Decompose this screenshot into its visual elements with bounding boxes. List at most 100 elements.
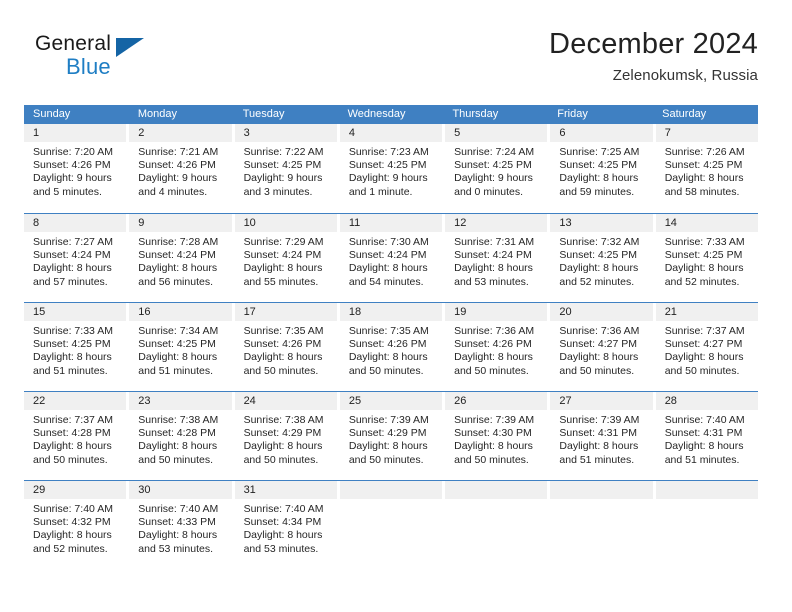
calendar-day-cell[interactable]: 31 Sunrise: 7:40 AM Sunset: 4:34 PM Dayligh…	[234, 481, 337, 562]
calendar-day-cell[interactable]: 27 Sunrise: 7:39 AM Sunset: 4:31 PM Dayligh…	[550, 392, 653, 473]
calendar-week-row: 15 Sunrise: 7:33 AM Sunset: 4:25 PM Dayligh…	[24, 302, 758, 384]
day-details: Sunrise: 7:29 AM Sunset: 4:24 PM Daylight:…	[235, 232, 337, 289]
calendar-day-cell[interactable]: 19 Sunrise: 7:36 AM Sunset: 4:26 PM Dayligh…	[445, 303, 548, 384]
calendar-day-cell[interactable]: 21 Sunrise: 7:37 AM Sunset: 4:27 PM Dayligh…	[655, 303, 758, 384]
day-number: 31	[234, 481, 337, 499]
sunset-text: Sunset: 4:25 PM	[348, 159, 427, 172]
sunset-text: Sunset: 4:26 PM	[454, 338, 532, 351]
sunset-text: Sunset: 4:25 PM	[559, 249, 638, 262]
logo-text-blue: Blue	[66, 54, 111, 79]
daylight-text-line1: Daylight: 8 hours	[664, 262, 744, 275]
daylight-text-line2: and 56 minutes.	[138, 275, 213, 288]
calendar-day-cell[interactable]: 7 Sunrise: 7:26 AM Sunset: 4:25 PM Daylight…	[655, 124, 758, 206]
calendar-day-cell[interactable]: 17 Sunrise: 7:35 AM Sunset: 4:26 PM Dayligh…	[234, 303, 337, 384]
title-block: December 2024 Zelenokumsk, Russia	[549, 24, 758, 87]
day-number: 14	[655, 214, 758, 232]
calendar-day-cell[interactable]: 18 Sunrise: 7:35 AM Sunset: 4:26 PM Dayligh…	[339, 303, 443, 384]
calendar-day-cell[interactable]: 8 Sunrise: 7:27 AM Sunset: 4:24 PM Daylight…	[24, 214, 127, 295]
calendar-week-row: 22 Sunrise: 7:37 AM Sunset: 4:28 PM Dayligh…	[24, 391, 758, 473]
sunset-text: Sunset: 4:26 PM	[243, 338, 322, 351]
sunrise-text: Sunrise: 7:23 AM	[348, 146, 429, 158]
day-details: Sunrise: 7:21 AM Sunset: 4:26 PM Daylight:…	[129, 142, 231, 199]
sunset-text: Sunset: 4:28 PM	[138, 427, 216, 440]
calendar-day-cell[interactable]: 12 Sunrise: 7:31 AM Sunset: 4:24 PM Dayligh…	[445, 214, 548, 295]
daylight-text-line1: Daylight: 9 hours	[33, 172, 112, 185]
sunset-text: Sunset: 4:31 PM	[664, 427, 743, 440]
day-details: Sunrise: 7:24 AM Sunset: 4:25 PM Daylight:…	[445, 142, 547, 199]
daylight-text-line1: Daylight: 8 hours	[664, 351, 744, 364]
day-number	[339, 481, 443, 499]
day-number: 15	[24, 303, 127, 321]
calendar-page: General Blue December 2024 Zelenokumsk, …	[0, 0, 792, 612]
sunset-text: Sunset: 4:25 PM	[454, 159, 532, 172]
calendar-week-row: 29 Sunrise: 7:40 AM Sunset: 4:32 PM Dayligh…	[24, 480, 758, 562]
day-details: Sunrise: 7:28 AM Sunset: 4:24 PM Daylight:…	[129, 232, 231, 289]
calendar-day-cell[interactable]: 1 Sunrise: 7:20 AM Sunset: 4:26 PM Daylight…	[24, 124, 127, 206]
daylight-text-line1: Daylight: 8 hours	[33, 262, 112, 275]
calendar-day-cell-empty	[655, 481, 758, 562]
day-number: 8	[24, 214, 127, 232]
day-number: 16	[129, 303, 232, 321]
day-details: Sunrise: 7:40 AM Sunset: 4:32 PM Daylight:…	[24, 499, 126, 556]
calendar-day-cell[interactable]: 5 Sunrise: 7:24 AM Sunset: 4:25 PM Daylight…	[445, 124, 548, 206]
daylight-text-line1: Daylight: 8 hours	[138, 529, 218, 542]
calendar-day-cell[interactable]: 22 Sunrise: 7:37 AM Sunset: 4:28 PM Dayligh…	[24, 392, 127, 473]
calendar-day-cell[interactable]: 14 Sunrise: 7:33 AM Sunset: 4:25 PM Dayligh…	[655, 214, 758, 295]
sunrise-text: Sunrise: 7:34 AM	[138, 325, 219, 337]
calendar-day-cell[interactable]: 2 Sunrise: 7:21 AM Sunset: 4:26 PM Daylight…	[129, 124, 232, 206]
day-number: 5	[445, 124, 548, 142]
weekday-header-sunday: Sunday	[33, 108, 71, 120]
calendar-day-cell[interactable]: 26 Sunrise: 7:39 AM Sunset: 4:30 PM Dayligh…	[445, 392, 548, 473]
calendar-day-cell[interactable]: 13 Sunrise: 7:32 AM Sunset: 4:25 PM Dayligh…	[550, 214, 653, 295]
general-blue-logo[interactable]: General Blue	[35, 32, 155, 84]
calendar-day-cell[interactable]: 30 Sunrise: 7:40 AM Sunset: 4:33 PM Dayligh…	[129, 481, 232, 562]
daylight-text-line2: and 52 minutes.	[664, 275, 740, 288]
calendar-day-cell[interactable]: 10 Sunrise: 7:29 AM Sunset: 4:24 PM Dayligh…	[234, 214, 337, 295]
day-number: 1	[24, 124, 127, 142]
calendar-day-cell[interactable]: 24 Sunrise: 7:38 AM Sunset: 4:29 PM Dayligh…	[234, 392, 337, 473]
sunrise-text: Sunrise: 7:37 AM	[664, 325, 745, 337]
sunrise-text: Sunrise: 7:31 AM	[454, 236, 535, 248]
calendar-day-cell[interactable]: 20 Sunrise: 7:36 AM Sunset: 4:27 PM Dayligh…	[550, 303, 653, 384]
calendar-day-cell[interactable]: 23 Sunrise: 7:38 AM Sunset: 4:28 PM Dayligh…	[129, 392, 232, 473]
daylight-text-line2: and 50 minutes.	[348, 453, 424, 466]
daylight-text-line2: and 5 minutes.	[33, 185, 102, 198]
day-details: Sunrise: 7:37 AM Sunset: 4:27 PM Daylight:…	[656, 321, 758, 378]
daylight-text-line2: and 1 minute.	[348, 185, 413, 198]
page-subtitle: Zelenokumsk, Russia	[612, 67, 758, 84]
sunset-text: Sunset: 4:29 PM	[243, 427, 322, 440]
page-title: December 2024	[549, 28, 758, 60]
day-details: Sunrise: 7:34 AM Sunset: 4:25 PM Daylight:…	[129, 321, 231, 378]
day-details: Sunrise: 7:32 AM Sunset: 4:25 PM Daylight:…	[550, 232, 652, 289]
day-details: Sunrise: 7:35 AM Sunset: 4:26 PM Daylight:…	[235, 321, 337, 378]
daylight-text-line1: Daylight: 8 hours	[348, 351, 428, 364]
daylight-text-line1: Daylight: 9 hours	[454, 172, 533, 185]
weekday-header-row: Sunday Monday Tuesday Wednesday Thursday…	[24, 105, 758, 124]
sunrise-text: Sunrise: 7:22 AM	[243, 146, 324, 158]
calendar-day-cell[interactable]: 6 Sunrise: 7:25 AM Sunset: 4:25 PM Daylight…	[550, 124, 653, 206]
day-details: Sunrise: 7:38 AM Sunset: 4:28 PM Daylight:…	[129, 410, 231, 467]
calendar-day-cell[interactable]: 25 Sunrise: 7:39 AM Sunset: 4:29 PM Dayligh…	[339, 392, 443, 473]
day-details: Sunrise: 7:39 AM Sunset: 4:31 PM Daylight:…	[550, 410, 652, 467]
sunrise-text: Sunrise: 7:28 AM	[138, 236, 219, 248]
daylight-text-line1: Daylight: 8 hours	[664, 172, 744, 185]
calendar-day-cell[interactable]: 11 Sunrise: 7:30 AM Sunset: 4:24 PM Dayligh…	[339, 214, 443, 295]
sunrise-text: Sunrise: 7:39 AM	[454, 414, 535, 426]
daylight-text-line2: and 50 minutes.	[664, 364, 740, 377]
calendar-day-cell[interactable]: 28 Sunrise: 7:40 AM Sunset: 4:31 PM Dayligh…	[655, 392, 758, 473]
calendar-day-cell[interactable]: 4 Sunrise: 7:23 AM Sunset: 4:25 PM Daylight…	[339, 124, 443, 206]
day-number: 23	[129, 392, 232, 410]
weekday-header-saturday: Saturday	[662, 108, 707, 120]
calendar-day-cell[interactable]: 29 Sunrise: 7:40 AM Sunset: 4:32 PM Dayligh…	[24, 481, 127, 562]
day-number: 29	[24, 481, 127, 499]
calendar-day-cell[interactable]: 16 Sunrise: 7:34 AM Sunset: 4:25 PM Dayligh…	[129, 303, 232, 384]
day-details: Sunrise: 7:30 AM Sunset: 4:24 PM Daylight:…	[340, 232, 442, 289]
daylight-text-line1: Daylight: 8 hours	[33, 351, 112, 364]
calendar-day-cell[interactable]: 9 Sunrise: 7:28 AM Sunset: 4:24 PM Daylight…	[129, 214, 232, 295]
calendar-day-cell[interactable]: 15 Sunrise: 7:33 AM Sunset: 4:25 PM Dayligh…	[24, 303, 127, 384]
sunset-text: Sunset: 4:24 PM	[33, 249, 111, 262]
calendar-day-cell[interactable]: 3 Sunrise: 7:22 AM Sunset: 4:25 PM Daylight…	[234, 124, 337, 206]
daylight-text-line2: and 58 minutes.	[664, 185, 740, 198]
weekday-header-monday: Monday	[137, 108, 177, 120]
daylight-text-line1: Daylight: 8 hours	[559, 172, 639, 185]
